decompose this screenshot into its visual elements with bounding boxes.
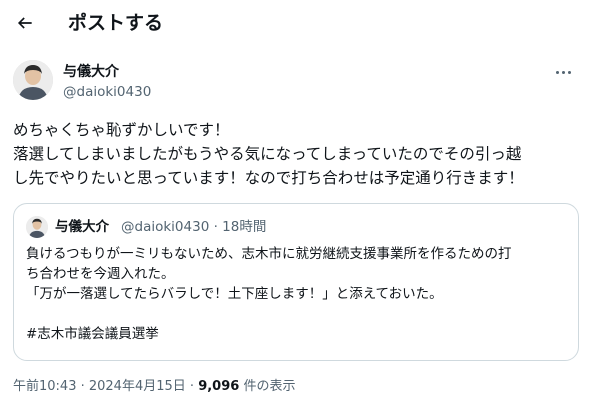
quoted-text-line: 「万が一落選してたらバラしで！土下座します！」と添えておいた。 <box>26 286 443 302</box>
back-button[interactable] <box>8 6 42 40</box>
more-options-button[interactable] <box>548 60 578 84</box>
post-text-line: し先でやりたいと思っています！なので打ち合わせは予定通り行きます！ <box>13 169 524 187</box>
author-name[interactable]: 与儀大介 <box>63 63 119 81</box>
page-title: ポストする <box>68 12 164 34</box>
header-bar: ポストする <box>0 0 590 46</box>
author-handle[interactable]: @daioki0430 <box>63 83 151 101</box>
quoted-text-line: 負けるつもりが一ミリもないため、志木市に就労継続支援事業所を作るための打 <box>26 246 512 262</box>
post-author: 与儀大介 @daioki0430 <box>13 60 578 104</box>
quoted-text-line <box>26 304 571 324</box>
quoted-post-text: 負けるつもりが一ミリもないため、志木市に就労継続支援事業所を作るための打 ち合わ… <box>26 244 571 344</box>
quoted-author-name: 与儀大介 <box>55 219 109 235</box>
more-horizontal-icon <box>555 70 559 74</box>
arrow-left-icon <box>17 17 32 29</box>
views-label: 件の表示 <box>243 379 296 394</box>
post-timestamp[interactable]: 午前10:43 · 2024年4月15日 <box>13 379 186 394</box>
quoted-text-line: ち合わせを今週入れた。 <box>26 266 175 282</box>
views-count: 9,096 <box>198 379 240 394</box>
post-text: めちゃくちゃ恥ずかしいです！ 落選してしまいましたがもうやる気になってしまってい… <box>13 118 578 190</box>
quoted-post[interactable]: 与儀大介 @daioki0430 · 18時間 負けるつもりが一ミリもないため、… <box>13 203 579 361</box>
quoted-avatar <box>26 216 48 238</box>
quoted-hashtag: #志木市議会議員選挙 <box>26 326 159 342</box>
meta-separator: · <box>189 379 195 394</box>
quoted-post-header: 与儀大介 @daioki0430 · 18時間 <box>26 216 566 238</box>
post-text-line: めちゃくちゃ恥ずかしいです！ <box>13 121 230 139</box>
avatar[interactable] <box>13 60 53 100</box>
meta-separator: · <box>213 219 218 235</box>
quoted-meta: @daioki0430 · 18時間 <box>121 218 266 236</box>
post-footer: 午前10:43 · 2024年4月15日 · 9,096 件の表示 <box>13 378 295 396</box>
post-text-line: 落選してしまいましたがもうやる気になってしまっていたのでその引っ越 <box>13 145 522 163</box>
quoted-author-handle: @daioki0430 <box>121 219 210 235</box>
quoted-time: 18時間 <box>222 219 267 235</box>
